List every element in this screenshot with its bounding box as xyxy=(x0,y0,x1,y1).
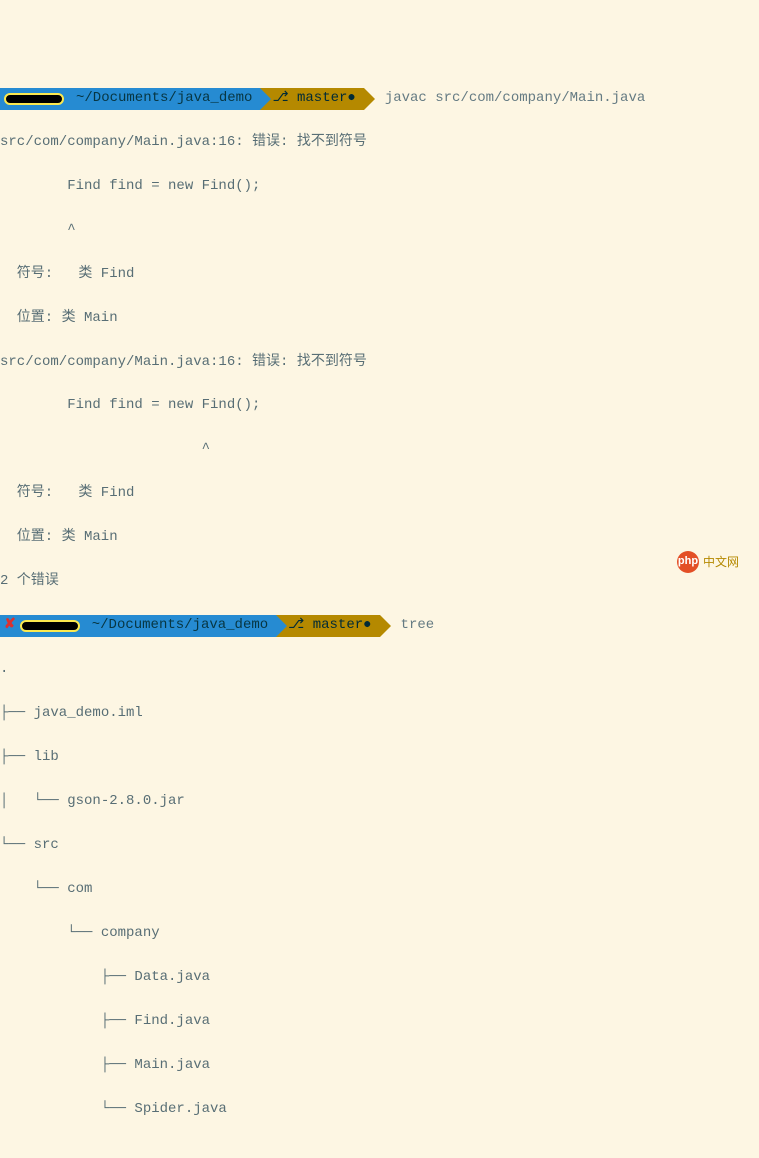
path-segment: ~/Documents/java_demo xyxy=(72,88,260,110)
watermark-logo-icon: php xyxy=(677,551,699,573)
output-line: ^ xyxy=(0,220,759,242)
command-text: tree xyxy=(391,615,435,637)
tree-line: └── com xyxy=(0,879,759,901)
output-line: ^ xyxy=(0,439,759,461)
git-branch-icon: ⎇ xyxy=(288,615,313,637)
output-line: Find find = new Find(); xyxy=(0,395,759,417)
output-line: 位置: 类 Main xyxy=(0,527,759,549)
prompt-line-1[interactable]: ~/Documents/java_demo ⎇ master ● javac s… xyxy=(0,88,759,110)
command-text: javac src/com/company/Main.java xyxy=(375,88,645,110)
arrow-icon xyxy=(380,615,391,637)
redacted-user xyxy=(4,93,64,105)
path-segment: ~/Documents/java_demo xyxy=(88,615,276,637)
tree-line: ├── Main.java xyxy=(0,1055,759,1077)
tree-line: └── company xyxy=(0,923,759,945)
tree-line: ├── java_demo.iml xyxy=(0,703,759,725)
watermark-text: 中文网 xyxy=(703,553,739,572)
output-line: 位置: 类 Main xyxy=(0,308,759,330)
tree-line: . xyxy=(0,659,759,681)
dirty-dot-icon: ● xyxy=(347,88,355,110)
branch-name: master xyxy=(297,88,347,110)
tree-line: └── src xyxy=(0,835,759,857)
redacted-user xyxy=(20,620,80,632)
user-segment: ✘ xyxy=(0,615,88,637)
output-line: 2 个错误 xyxy=(0,571,759,593)
user-segment xyxy=(0,88,72,110)
output-line: Find find = new Find(); xyxy=(0,176,759,198)
arrow-icon xyxy=(276,615,287,637)
arrow-icon xyxy=(260,88,271,110)
error-x-icon: ✘ xyxy=(4,615,20,637)
tree-line: ├── Find.java xyxy=(0,1011,759,1033)
tree-line: └── Spider.java xyxy=(0,1099,759,1121)
output-line: 符号: 类 Find xyxy=(0,483,759,505)
output-line: src/com/company/Main.java:16: 错误: 找不到符号 xyxy=(0,132,759,154)
tree-line: ├── Data.java xyxy=(0,967,759,989)
tree-line: ├── lib xyxy=(0,747,759,769)
dirty-dot-icon: ● xyxy=(363,615,371,637)
watermark: php 中文网 xyxy=(677,551,739,573)
branch-segment: ⎇ master ● xyxy=(276,615,379,637)
prompt-line-2[interactable]: ✘ ~/Documents/java_demo ⎇ master ● tree xyxy=(0,615,759,637)
tree-line: │ └── gson-2.8.0.jar xyxy=(0,791,759,813)
tree-blank xyxy=(0,1142,759,1158)
git-branch-icon: ⎇ xyxy=(272,88,297,110)
branch-name: master xyxy=(313,615,363,637)
arrow-icon xyxy=(364,88,375,110)
branch-segment: ⎇ master ● xyxy=(260,88,363,110)
output-line: src/com/company/Main.java:16: 错误: 找不到符号 xyxy=(0,352,759,374)
output-line: 符号: 类 Find xyxy=(0,264,759,286)
